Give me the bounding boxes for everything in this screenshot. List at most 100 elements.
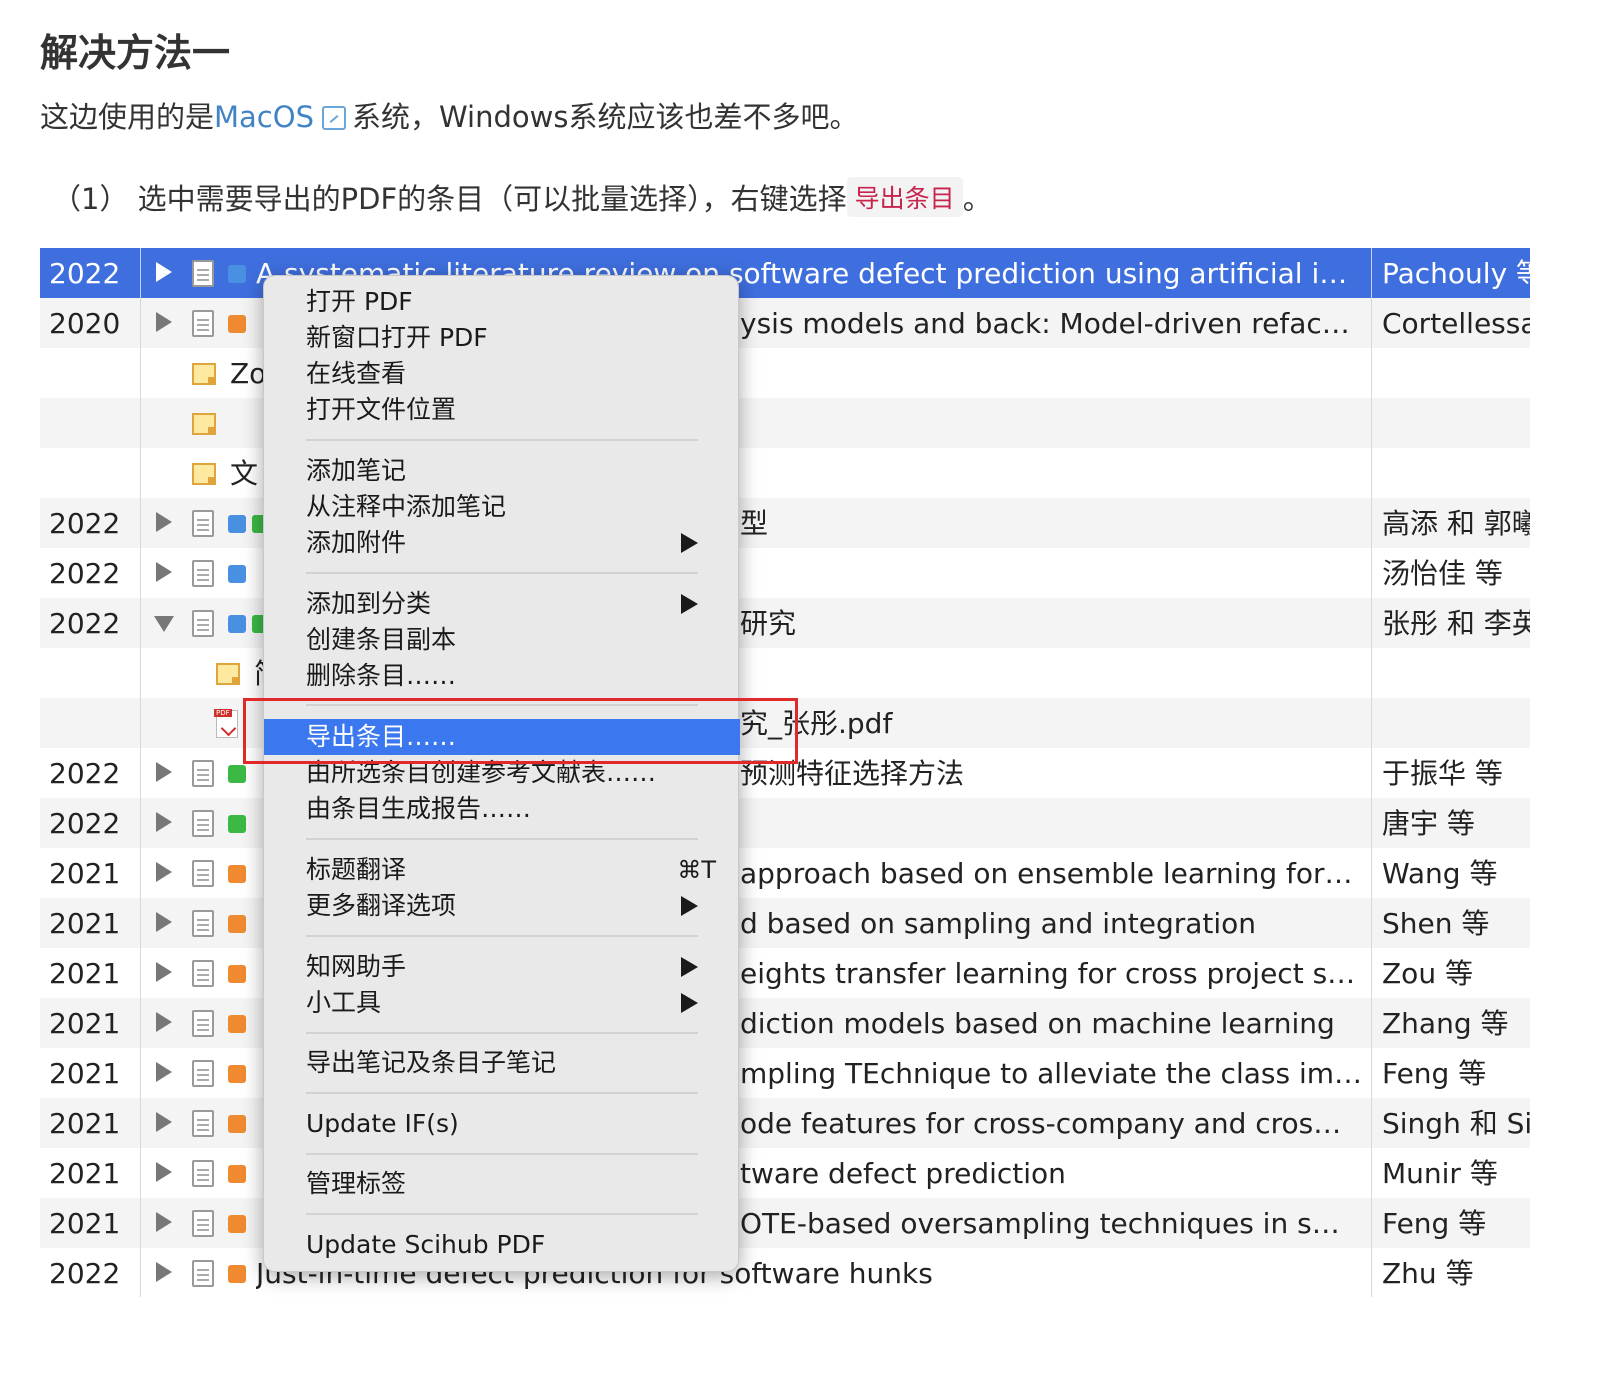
- macos-link[interactable]: MacOS: [214, 100, 314, 134]
- menu-item-update-if[interactable]: Update IF(s): [264, 1106, 740, 1142]
- expand-arrow-icon[interactable]: [156, 1212, 172, 1232]
- menu-item-export-notes[interactable]: 导出笔记及条目子笔记: [264, 1045, 740, 1081]
- tag-blue-icon: [228, 265, 246, 283]
- expand-arrow-icon[interactable]: [156, 962, 172, 982]
- author-cell: Singh 和 Si: [1382, 1107, 1530, 1140]
- tag-orange-icon: [228, 1215, 246, 1233]
- year-cell: 2020: [49, 307, 121, 340]
- inline-code: 导出条目: [846, 177, 963, 217]
- author-cell: Cortellessa: [1382, 307, 1530, 340]
- expand-arrow-icon[interactable]: [156, 512, 172, 532]
- document-icon: [192, 260, 214, 287]
- page-heading: 解决方法一: [40, 31, 231, 75]
- tag-orange-icon: [228, 915, 246, 933]
- tag-orange-icon: [228, 1015, 246, 1033]
- author-cell: Pachouly 等: [1382, 257, 1530, 290]
- expand-arrow-icon[interactable]: [156, 1112, 172, 1132]
- menu-item-update-scihub[interactable]: Update Scihub PDF: [264, 1227, 740, 1263]
- author-cell: Wang 等: [1382, 857, 1498, 890]
- expand-arrow-icon[interactable]: [156, 762, 172, 782]
- document-icon: [192, 1260, 214, 1287]
- year-cell: 2021: [49, 857, 121, 890]
- author-cell: 张彤 和 李英: [1382, 607, 1530, 640]
- context-menu: 打开 PDF 新窗口打开 PDF 在线查看 打开文件位置 添加笔记 从注释中添加…: [263, 275, 740, 1272]
- menu-separator: [306, 1153, 698, 1155]
- menu-item-open-pdf-new-window[interactable]: 新窗口打开 PDF: [264, 320, 740, 356]
- step-paragraph: （1） 选中需要导出的PDF的条目（可以批量选择），右键选择 导出条目。: [52, 176, 992, 218]
- tag-orange-icon: [228, 315, 246, 333]
- menu-item-generate-report[interactable]: 由条目生成报告……: [264, 791, 740, 827]
- intro-text-after: 系统，Windows系统应该也差不多吧。: [352, 100, 859, 134]
- year-cell: 2022: [49, 807, 121, 840]
- expand-arrow-icon[interactable]: [156, 912, 172, 932]
- submenu-arrow-icon: [681, 533, 698, 553]
- menu-item-add-note[interactable]: 添加笔记: [264, 453, 740, 489]
- document-icon: [192, 1210, 214, 1237]
- document-icon: [192, 1160, 214, 1187]
- document-icon: [192, 760, 214, 787]
- expand-arrow-icon[interactable]: [156, 1012, 172, 1032]
- menu-item-open-file-location[interactable]: 打开文件位置: [264, 392, 740, 428]
- menu-item-add-note-from-annotations[interactable]: 从注释中添加笔记: [264, 489, 740, 525]
- collapse-arrow-icon[interactable]: [154, 616, 174, 632]
- tag-green-icon: [228, 765, 246, 783]
- year-cell: 2022: [49, 557, 121, 590]
- tag-blue-icon: [228, 515, 246, 533]
- year-cell: 2022: [49, 607, 121, 640]
- menu-item-cnki-helper[interactable]: 知网助手: [264, 949, 740, 985]
- year-cell: 2021: [49, 907, 121, 940]
- submenu-arrow-icon: [681, 594, 698, 614]
- author-cell: 于振华 等: [1382, 757, 1503, 790]
- document-icon: [192, 960, 214, 987]
- author-cell: Zhang 等: [1382, 1007, 1509, 1040]
- author-cell: Munir 等: [1382, 1157, 1498, 1190]
- expand-arrow-icon[interactable]: [156, 812, 172, 832]
- menu-item-add-to-collection[interactable]: 添加到分类: [264, 586, 740, 622]
- author-cell: Zou 等: [1382, 957, 1473, 990]
- intro-text-before: 这边使用的是: [40, 100, 215, 134]
- note-icon: [216, 663, 240, 685]
- year-cell: 2021: [49, 1007, 121, 1040]
- note-icon: [192, 363, 216, 385]
- menu-separator: [306, 1213, 698, 1215]
- document-icon: [192, 560, 214, 587]
- author-cell: Shen 等: [1382, 907, 1490, 940]
- year-cell: 2021: [49, 1157, 121, 1190]
- menu-item-translate-title[interactable]: 标题翻译 ⌘T: [264, 852, 740, 888]
- document-icon: [192, 860, 214, 887]
- author-cell: 唐宇 等: [1382, 807, 1475, 840]
- tag-orange-icon: [228, 1115, 246, 1133]
- pdf-file-icon: [214, 709, 238, 738]
- expand-arrow-icon[interactable]: [156, 262, 172, 282]
- expand-arrow-icon[interactable]: [156, 562, 172, 582]
- submenu-arrow-icon: [681, 957, 698, 977]
- document-icon: [192, 610, 214, 637]
- tag-green-icon: [228, 815, 246, 833]
- document-icon: [192, 510, 214, 537]
- expand-arrow-icon[interactable]: [156, 312, 172, 332]
- expand-arrow-icon[interactable]: [156, 1262, 172, 1282]
- tag-blue-icon: [228, 565, 246, 583]
- expand-arrow-icon[interactable]: [156, 1062, 172, 1082]
- author-cell: 高添 和 郭曦: [1382, 507, 1530, 540]
- expand-arrow-icon[interactable]: [156, 1162, 172, 1182]
- menu-item-open-pdf[interactable]: 打开 PDF: [264, 284, 740, 320]
- tag-orange-icon: [228, 965, 246, 983]
- document-icon: [192, 1060, 214, 1087]
- note-icon: [192, 413, 216, 435]
- menu-item-view-online[interactable]: 在线查看: [264, 356, 740, 392]
- menu-separator: [306, 572, 698, 574]
- title-cell: 究_张彤.pdf: [740, 707, 893, 740]
- menu-item-more-translate[interactable]: 更多翻译选项: [264, 888, 740, 924]
- menu-item-tools[interactable]: 小工具: [264, 985, 740, 1021]
- menu-separator: [306, 439, 698, 441]
- menu-item-duplicate-item[interactable]: 创建条目副本: [264, 622, 740, 658]
- intro-paragraph: 这边使用的是MacOS 系统，Windows系统应该也差不多吧。: [40, 94, 858, 136]
- menu-item-manage-tags[interactable]: 管理标签: [264, 1166, 740, 1202]
- tag-orange-icon: [228, 1065, 246, 1083]
- shortcut-label: ⌘T: [677, 856, 716, 884]
- document-icon: [192, 1010, 214, 1037]
- expand-arrow-icon[interactable]: [156, 862, 172, 882]
- menu-item-add-attachment[interactable]: 添加附件: [264, 525, 740, 561]
- menu-item-delete-item[interactable]: 删除条目……: [264, 658, 740, 694]
